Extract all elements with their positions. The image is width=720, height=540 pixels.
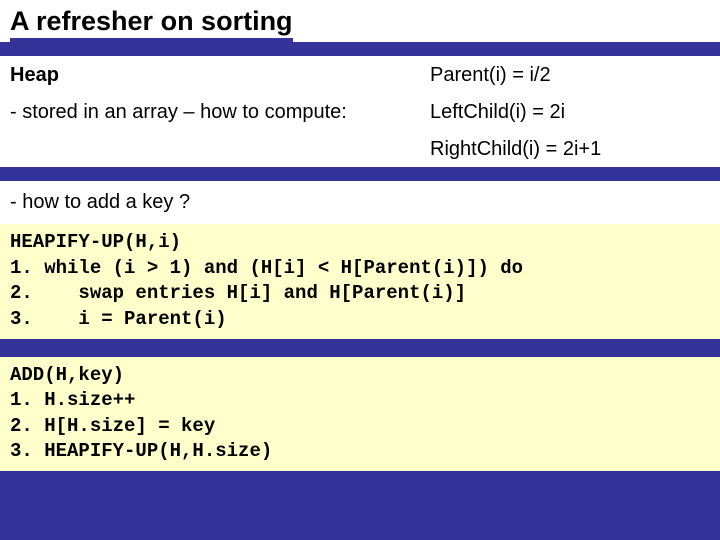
divider (0, 167, 720, 181)
row-rightchild: RightChild(i) = 2i+1 (0, 130, 720, 167)
title-bar: A refresher on sorting (0, 0, 720, 42)
how-add-text: - how to add a key ? (0, 181, 720, 224)
parent-formula: Parent(i) = i/2 (430, 64, 710, 87)
row-stored: - stored in an array – how to compute: L… (0, 93, 720, 130)
row-heap: Heap Parent(i) = i/2 (0, 56, 720, 93)
slide-title: A refresher on sorting (10, 6, 293, 42)
divider (0, 42, 720, 56)
code-heapify-up: HEAPIFY-UP(H,i) 1. while (i > 1) and (H[… (0, 224, 720, 339)
rightchild-formula: RightChild(i) = 2i+1 (430, 138, 710, 161)
stored-text: - stored in an array – how to compute: (10, 101, 430, 124)
spacer-left (10, 138, 430, 161)
heap-label: Heap (10, 64, 430, 87)
code-add: ADD(H,key) 1. H.size++ 2. H[H.size] = ke… (0, 357, 720, 472)
divider (0, 339, 720, 357)
leftchild-formula: LeftChild(i) = 2i (430, 101, 710, 124)
